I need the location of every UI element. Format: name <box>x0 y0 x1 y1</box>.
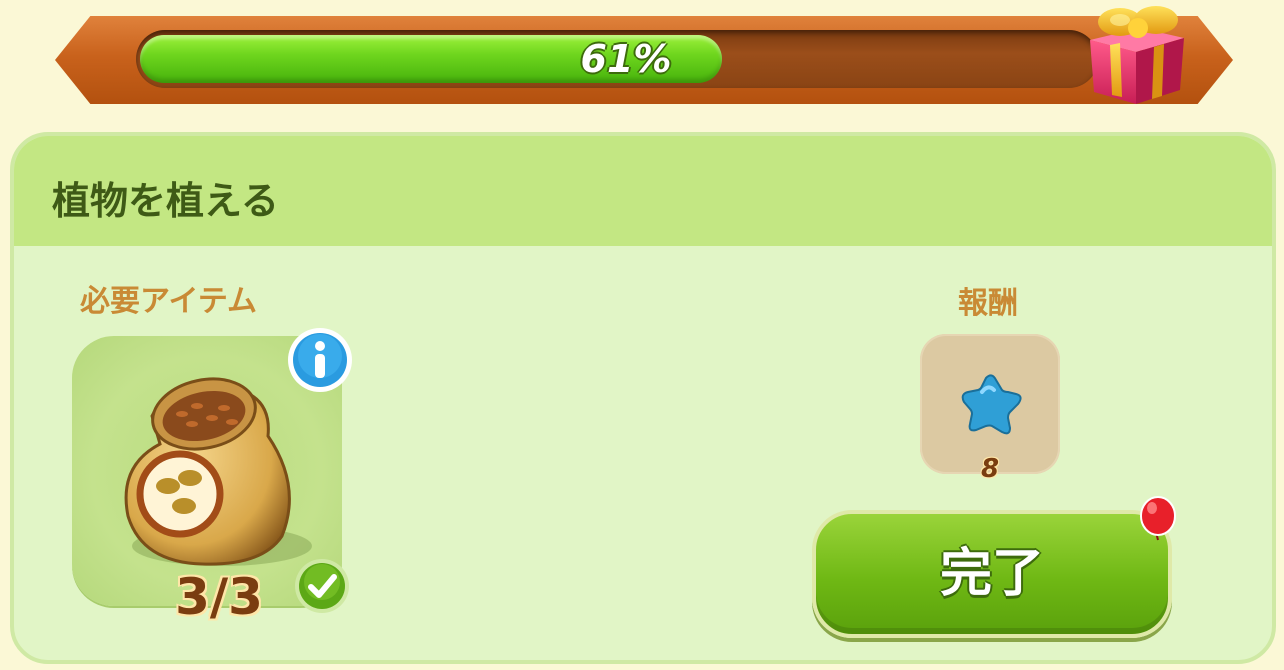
card-header: 植物を植える <box>14 136 1272 246</box>
reward-label: 報酬 <box>958 286 1018 321</box>
task-title: 植物を植える <box>52 179 279 223</box>
reward-amount: 8 <box>980 454 1000 484</box>
item-count: 3/3 <box>175 568 263 626</box>
checkmark-icon <box>294 558 350 614</box>
progress-bar: 61% <box>136 30 1098 88</box>
notification-dot-icon <box>1138 496 1178 542</box>
progress-percent-label: 61% <box>580 37 672 81</box>
info-icon <box>288 328 352 392</box>
complete-button-label: 完了 <box>939 544 1044 604</box>
task-card: 植物を植える 必要アイテム 報酬 3/3 8 完了 <box>10 132 1276 664</box>
reward-tile <box>920 334 1060 474</box>
complete-button[interactable]: 完了 <box>812 510 1172 638</box>
blue-star-icon <box>961 374 1022 435</box>
info-button[interactable] <box>286 326 354 394</box>
gift-box-icon[interactable] <box>1080 0 1192 108</box>
required-items-label: 必要アイテム <box>80 284 257 319</box>
